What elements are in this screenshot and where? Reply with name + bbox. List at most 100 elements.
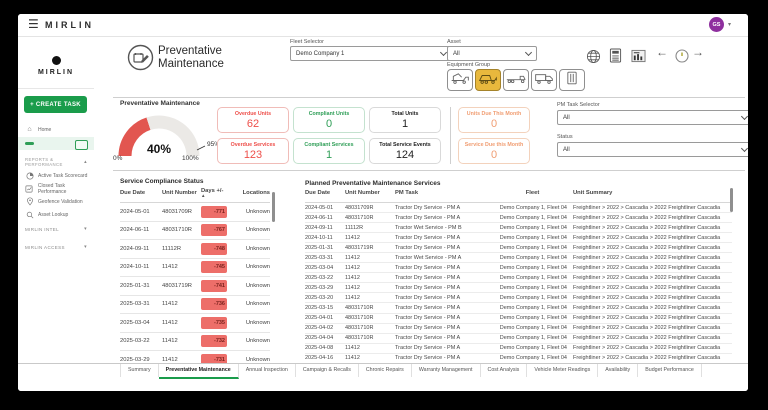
search-icon xyxy=(25,211,34,219)
equipment-button-crane-truck[interactable] xyxy=(447,69,473,91)
sidebar-section-mirlin-intel[interactable]: MIRLIN INTEL▾ xyxy=(25,226,87,232)
table-row[interactable]: 2025-04-0811412Tractor Dry Service - PM … xyxy=(305,344,732,354)
forward-arrow-icon[interactable]: → xyxy=(692,45,704,59)
column-header[interactable]: Locations xyxy=(233,190,270,196)
tab-availability[interactable]: Availability xyxy=(598,364,638,377)
sidebar-item-active-task-scorecard[interactable]: Active Task Scorecard xyxy=(18,169,94,182)
table-row[interactable]: 2025-03-3111412Tractor Wet Service - PM … xyxy=(305,253,732,263)
equipment-button-box-truck[interactable] xyxy=(531,69,557,91)
dial-icon[interactable] xyxy=(674,48,689,63)
tab-preventative-maintenance[interactable]: Preventative Maintenance xyxy=(159,364,239,379)
chevron-down-icon xyxy=(440,49,447,56)
cell: Tractor Dry Service - PM A xyxy=(395,205,495,211)
column-header[interactable]: Unit Summary xyxy=(570,190,735,196)
sidebar-item-label: Asset Lookup xyxy=(38,212,68,218)
svg-text:100%: 100% xyxy=(182,155,199,162)
table-row[interactable]: 2025-03-2911412Tractor Dry Service - PM … xyxy=(305,283,732,293)
sidebar-item-home[interactable]: ⌂ Home xyxy=(18,123,94,136)
column-header[interactable]: Due Date xyxy=(305,190,345,196)
hamburger-menu-icon[interactable]: ☰ xyxy=(28,17,39,31)
globe-icon[interactable] xyxy=(586,49,601,64)
table-row[interactable]: 2024-09-1111112R-748Unknown xyxy=(120,240,270,259)
table-row[interactable]: 2025-03-2211412-732Unknown xyxy=(120,333,270,352)
kpi-value: 1 xyxy=(402,118,408,130)
avatar-chevron-down-icon[interactable]: ▾ xyxy=(728,21,731,28)
cell: 11412 xyxy=(162,264,201,270)
status-value: All xyxy=(563,147,570,153)
column-header[interactable]: Unit Number xyxy=(162,190,201,196)
cell: Freightliner > 2022 > Cascadia > 2022 Fr… xyxy=(570,325,732,331)
cell: Tractor Dry Service - PM A xyxy=(395,295,495,301)
kpi-card-overdue-units: Overdue Units62 xyxy=(217,107,289,133)
cell: 48031709R xyxy=(345,205,395,211)
table-row[interactable]: 2025-01-3148031719RTractor Dry Service -… xyxy=(305,243,732,253)
table-row[interactable]: 2025-04-0448031710RTractor Dry Service -… xyxy=(305,334,732,344)
table-row[interactable]: 2024-06-1148031710RTractor Dry Service -… xyxy=(305,213,732,223)
table-row[interactable]: 2024-09-1111112RTractor Wet Service - PM… xyxy=(305,223,732,233)
table-row[interactable]: 2025-03-2211412Tractor Dry Service - PM … xyxy=(305,273,732,283)
table-row[interactable]: 2024-06-1148031710R-767Unknown xyxy=(120,222,270,241)
table-row[interactable]: 2025-03-3111412-736Unknown xyxy=(120,296,270,315)
cell: 2025-03-31 xyxy=(305,255,345,261)
column-header[interactable]: Unit Number xyxy=(345,190,395,196)
table-row[interactable]: 2024-10-1111412-745Unknown xyxy=(120,259,270,278)
asset-dropdown[interactable]: All xyxy=(447,46,537,61)
asset-label: Asset xyxy=(447,39,461,45)
table-row[interactable]: 2025-03-0411412Tractor Dry Service - PM … xyxy=(305,263,732,273)
sidebar-item-geofence-validation[interactable]: Geofence Validation xyxy=(18,195,94,208)
cell: Demo Company 1, Fleet 04 xyxy=(495,325,570,331)
sidebar-item-asset-lookup[interactable]: Asset Lookup xyxy=(18,208,94,221)
cell: 2025-03-22 xyxy=(305,275,345,281)
tab-annual-inspection[interactable]: Annual Inspection xyxy=(239,364,296,377)
tab-cost-analysis[interactable]: Cost Analysis xyxy=(481,364,528,377)
report-chart-icon[interactable] xyxy=(631,48,646,63)
geofence-icon xyxy=(25,197,34,206)
tab-budget-performance[interactable]: Budget Performance xyxy=(638,364,702,377)
column-header[interactable]: Days +/-▲ xyxy=(201,188,233,198)
table-row[interactable]: 2025-03-1548031710RTractor Dry Service -… xyxy=(305,303,732,313)
tab-summary[interactable]: Summary xyxy=(120,364,159,377)
table-row[interactable]: 2024-10-1111412Tractor Dry Service - PM … xyxy=(305,233,732,243)
cell: 11412 xyxy=(345,255,395,261)
create-task-button[interactable]: + CREATE TASK xyxy=(24,96,87,113)
table-row[interactable]: 2025-01-3148031719R-741Unknown xyxy=(120,277,270,296)
fleet-selector-dropdown[interactable]: Demo Company 1 xyxy=(290,46,452,61)
tab-campaign-recalls[interactable]: Campaign & Recalls xyxy=(296,364,359,377)
sidebar: MIRLIN + CREATE TASK ⌂ Home REPORTS & PE… xyxy=(18,36,95,391)
table-row[interactable]: 2025-04-0248031710RTractor Dry Service -… xyxy=(305,324,732,334)
user-avatar[interactable]: GS xyxy=(709,17,724,32)
sidebar-item-active[interactable] xyxy=(18,137,94,150)
kpi-label: Overdue Units xyxy=(235,111,271,118)
cell: 2025-03-29 xyxy=(305,285,345,291)
table-row[interactable]: 2025-04-0148031710RTractor Dry Service -… xyxy=(305,314,732,324)
equipment-button-container[interactable] xyxy=(559,69,585,91)
cell: -748 xyxy=(201,243,233,255)
status-dropdown[interactable]: All xyxy=(557,142,748,157)
cell: Demo Company 1, Fleet 04 xyxy=(495,275,570,281)
pm-task-selector-dropdown[interactable]: All xyxy=(557,110,748,125)
column-header[interactable]: PM Task xyxy=(395,190,495,196)
sidebar-item-closed-task-performance[interactable]: Closed Task Performance xyxy=(18,182,94,195)
tab-chronic-repairs[interactable]: Chronic Repairs xyxy=(359,364,412,377)
table-row[interactable]: 2024-05-0148031709R-771Unknown xyxy=(120,203,270,222)
cell: Freightliner > 2022 > Cascadia > 2022 Fr… xyxy=(570,315,732,321)
chevron-down-icon: ▾ xyxy=(84,244,87,250)
back-arrow-icon[interactable]: ← xyxy=(656,45,668,59)
calculator-icon[interactable] xyxy=(608,48,623,63)
sidebar-section-reports[interactable]: REPORTS & PERFORMANCE ▴ xyxy=(25,157,87,167)
table-row[interactable]: 2025-03-0411412-735Unknown xyxy=(120,314,270,333)
planned-table-scrollbar[interactable] xyxy=(730,188,733,212)
table-row[interactable]: 2025-03-2011412Tractor Dry Service - PM … xyxy=(305,293,732,303)
tab-warranty-management[interactable]: Warranty Management xyxy=(412,364,481,377)
cell: Tractor Wet Service - PM A xyxy=(395,255,495,261)
equipment-button-flatbed-truck[interactable] xyxy=(503,69,529,91)
kpi-value: 62 xyxy=(247,118,259,130)
table-row[interactable]: 2024-05-0148031709RTractor Dry Service -… xyxy=(305,203,732,213)
column-header[interactable]: Due Date xyxy=(120,190,162,196)
tab-vehicle-meter-readings[interactable]: Vehicle Meter Readings xyxy=(527,364,598,377)
compliance-table-scrollbar[interactable] xyxy=(272,192,275,222)
cell: Unknown xyxy=(233,227,270,233)
equipment-button-dump-truck[interactable] xyxy=(475,69,501,91)
sidebar-section-mirlin-access[interactable]: MIRLIN ACCESS▾ xyxy=(25,244,87,250)
column-header[interactable]: Fleet xyxy=(495,190,570,196)
